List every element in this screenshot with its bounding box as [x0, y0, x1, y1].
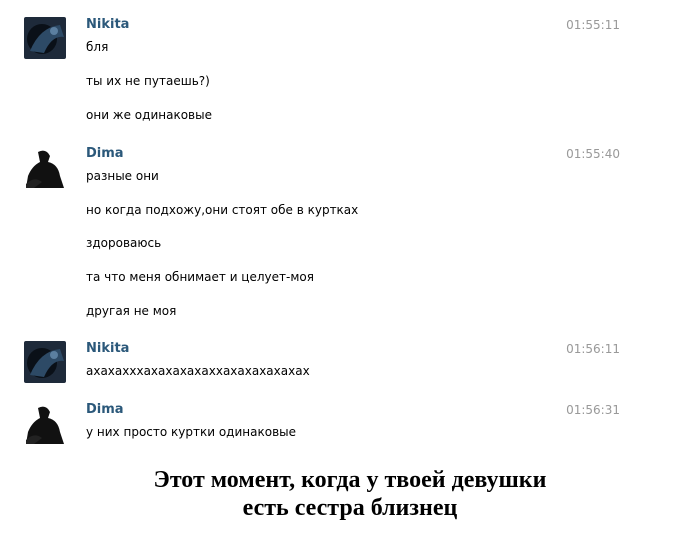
message-text: они же одинаковые — [86, 108, 212, 122]
message-text: здороваюсь — [86, 236, 162, 250]
message-text: бля — [86, 40, 109, 54]
message-text: та что меня обнимает и целует-моя — [86, 270, 314, 284]
message-group: Nikita 01:55:11 бля ты их не путаешь?) о… — [0, 17, 700, 127]
caption-line: Этот момент, когда у твоей девушки — [153, 467, 547, 493]
message-group: Nikita 01:56:11 ахахахххахахахахаххахаха… — [0, 341, 700, 383]
nikita-avatar[interactable] — [24, 17, 66, 59]
sender-name[interactable]: Nikita — [86, 341, 129, 357]
caption-line: есть сестра близнец — [242, 495, 458, 521]
message-timestamp: 01:56:11 — [566, 342, 620, 356]
sender-name[interactable]: Nikita — [86, 17, 129, 33]
message-timestamp: 01:56:31 — [566, 403, 620, 417]
message-text: другая не моя — [86, 304, 177, 318]
message-text: ты их не путаешь?) — [86, 74, 210, 88]
sender-name[interactable]: Dima — [86, 402, 124, 418]
dima-avatar[interactable] — [24, 402, 66, 444]
message-text: у них просто куртки одинаковые — [86, 425, 296, 439]
message-group: Dima 01:56:31 у них просто куртки одинак… — [0, 402, 700, 444]
chat-history: Nikita 01:55:11 бля ты их не путаешь?) о… — [0, 0, 700, 460]
message-text: разные они — [86, 169, 159, 183]
message-timestamp: 01:55:40 — [566, 147, 620, 161]
message-group: Dima 01:55:40 разные они но когда подхож… — [0, 146, 700, 322]
message-text: ахахахххахахахахаххахахахахахах — [86, 364, 310, 378]
meme-caption: Этот момент, когда у твоей девушки есть … — [0, 466, 700, 522]
message-timestamp: 01:55:11 — [566, 18, 620, 32]
dima-avatar[interactable] — [24, 146, 66, 188]
message-text: но когда подхожу,они стоят обе в куртках — [86, 203, 359, 217]
sender-name[interactable]: Dima — [86, 146, 124, 162]
nikita-avatar[interactable] — [24, 341, 66, 383]
